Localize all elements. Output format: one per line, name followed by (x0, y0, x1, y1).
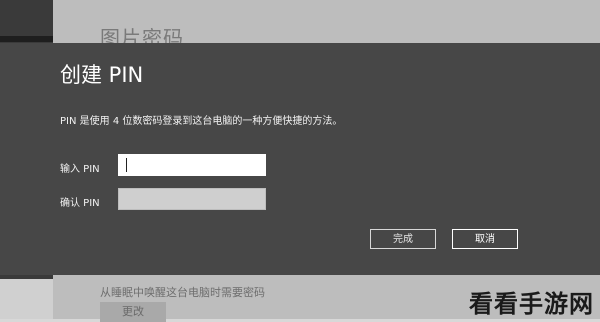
confirm-pin-input[interactable] (118, 188, 266, 210)
create-pin-dialog: 创建 PIN PIN 是使用 4 位数密码登录到这台电脑的一种方便快捷的方法。 … (0, 43, 600, 275)
done-button[interactable]: 完成 (370, 229, 436, 249)
background-sidebar-band (0, 36, 53, 42)
dialog-description: PIN 是使用 4 位数密码登录到这台电脑的一种方便快捷的方法。 (60, 116, 343, 127)
pin-input[interactable] (118, 154, 266, 176)
dialog-title: 创建 PIN (60, 63, 144, 87)
site-watermark: 看看手游网 (469, 290, 594, 318)
text-caret (126, 158, 127, 172)
background-sidebar-bottom (0, 279, 53, 319)
background-hint-text: 从睡眠中唤醒这台电脑时需要密码 (100, 286, 265, 299)
pin-label: 输入 PIN (60, 164, 100, 175)
background-change-button: 更改 (100, 302, 166, 322)
cancel-button[interactable]: 取消 (452, 229, 518, 249)
confirm-pin-label: 确认 PIN (60, 198, 100, 209)
